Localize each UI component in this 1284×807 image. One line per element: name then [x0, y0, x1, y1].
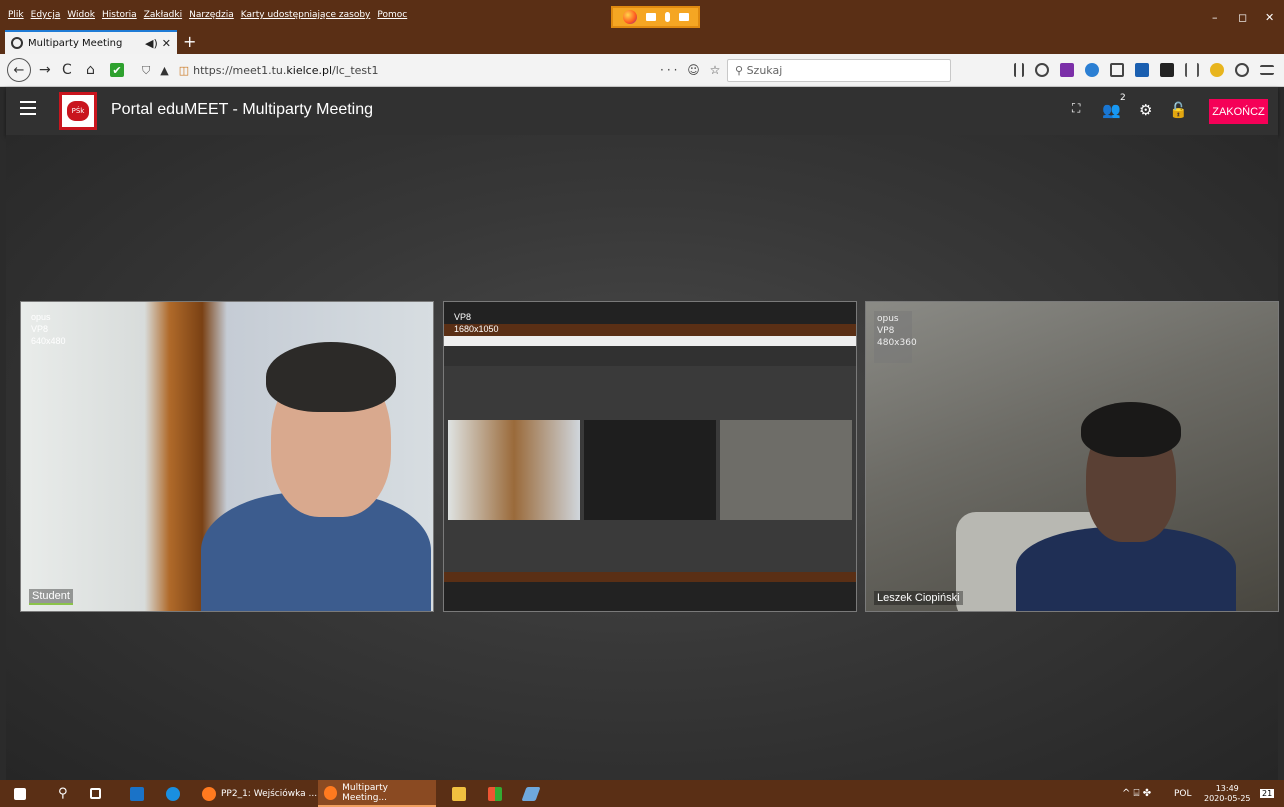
reload-button[interactable]: C — [62, 62, 72, 78]
close-window-button[interactable]: ✕ — [1265, 11, 1274, 24]
search-input[interactable]: ⚲ Szukaj — [727, 59, 951, 82]
firefox-icon — [202, 786, 216, 801]
firefox-icon — [622, 10, 637, 24]
url-text: https://meet1.tu.kielce.pl/lc_test1 — [193, 64, 379, 77]
extension-icon[interactable] — [1085, 63, 1099, 77]
hamburger-menu-icon[interactable] — [20, 101, 36, 115]
pen-app-icon[interactable] — [518, 780, 544, 807]
bars-icon[interactable] — [1185, 63, 1199, 77]
screen-share-icon — [678, 13, 689, 21]
new-tab-button[interactable]: + — [183, 32, 196, 51]
edge-icon[interactable] — [160, 780, 186, 807]
menu-historia[interactable]: Historia — [102, 10, 137, 20]
participants-icon[interactable]: 👥 — [1102, 101, 1121, 119]
outlook-icon[interactable] — [124, 780, 150, 807]
lock-room-icon[interactable]: 🔓 — [1169, 101, 1188, 119]
video-tile-student[interactable]: opus VP8 640x480 Student — [20, 301, 434, 612]
taskbar-item-pp2[interactable]: PP2_1: Wejściówka ... — [196, 780, 323, 807]
video-stats: opus VP8 640x480 — [31, 312, 66, 346]
fullscreen-icon[interactable]: ⛶ — [1072, 101, 1080, 116]
history-icon[interactable] — [1035, 63, 1049, 77]
search-taskbar-icon[interactable]: ⚲ — [52, 780, 74, 807]
toolbar-extensions — [1014, 63, 1274, 77]
menu-icon[interactable] — [1260, 65, 1274, 75]
participant-name[interactable]: Student — [29, 589, 73, 605]
file-explorer-icon[interactable] — [446, 780, 472, 807]
page-title: Portal eduMEET - Multiparty Meeting — [111, 101, 374, 118]
library-icon[interactable] — [1014, 63, 1024, 77]
tray-icons[interactable]: ^ ⌸ ✤ — [1116, 780, 1157, 807]
participants-count: 2 — [1120, 93, 1126, 103]
video-stats: opus VP8 480x360 — [874, 311, 917, 363]
back-button[interactable]: ← — [7, 58, 31, 82]
shared-screen — [444, 324, 856, 582]
windows-icon — [14, 787, 26, 800]
camera-icon — [645, 13, 656, 21]
tab-audio-icon[interactable]: ◀) — [145, 37, 158, 50]
home-button[interactable]: ⌂ — [86, 62, 95, 78]
microphone-icon — [664, 12, 670, 22]
permissions-icon[interactable]: ◫ — [179, 64, 189, 77]
reader-icon[interactable] — [1110, 63, 1124, 77]
windows-taskbar: ⚲ PP2_1: Wejściówka ... Multiparty Meeti… — [0, 780, 1284, 807]
lock-icon[interactable]: ▲ — [160, 64, 168, 77]
task-view-icon[interactable] — [84, 780, 107, 807]
notifications-icon[interactable]: 21 — [1254, 780, 1280, 807]
menu-edycja[interactable]: Edycja — [31, 10, 61, 20]
taskbar-item-multiparty[interactable]: Multiparty Meeting... — [318, 780, 436, 807]
tracking-shield-icon[interactable]: ⛉ — [142, 64, 150, 78]
address-bar[interactable]: ⛉ ▲ ◫ https://meet1.tu.kielce.pl/lc_test… — [136, 59, 721, 82]
tab-multiparty-meeting[interactable]: Multiparty Meeting ◀) ✕ — [5, 30, 177, 54]
page-actions-icon[interactable]: ··· ☺ ☆ — [660, 63, 723, 77]
menu-plik[interactable]: Plik — [8, 10, 24, 20]
tab-favicon-icon — [11, 37, 23, 49]
language-indicator[interactable]: POL — [1168, 780, 1198, 807]
settings-gear-icon[interactable]: ⚙ — [1139, 101, 1152, 119]
grid-icon[interactable] — [1160, 63, 1174, 77]
start-button[interactable] — [8, 780, 32, 807]
onenote-icon[interactable] — [1060, 63, 1074, 77]
leave-button[interactable]: ZAKOŃCZ — [1209, 99, 1268, 124]
extension-check-icon[interactable]: ✔ — [110, 63, 124, 77]
minimize-button[interactable]: – — [1212, 11, 1218, 24]
video-stats: VP8 1680x1050 — [454, 312, 499, 334]
tab-title: Multiparty Meeting — [28, 37, 123, 49]
participant-name[interactable]: Leszek Ciopiński — [874, 591, 963, 605]
search-ext-icon[interactable] — [1210, 63, 1224, 77]
browser-menubar: Plik Edycja Widok Historia Zakładki Narz… — [0, 0, 1284, 28]
skype-icon[interactable] — [1135, 63, 1149, 77]
forward-button[interactable]: → — [39, 62, 51, 78]
menu-zakladki[interactable]: Zakładki — [144, 10, 182, 20]
menu-pomoc[interactable]: Pomoc — [377, 10, 407, 20]
tab-close-button[interactable]: ✕ — [162, 37, 171, 50]
sharing-indicator[interactable] — [611, 6, 700, 28]
app-bar: PŚk Portal eduMEET - Multiparty Meeting … — [6, 87, 1278, 135]
logo: PŚk — [59, 92, 97, 130]
restore-button[interactable]: ◻ — [1238, 11, 1247, 24]
menu-narzedzia[interactable]: Narzędzia — [189, 10, 234, 20]
video-tile-leszek[interactable]: opus VP8 480x360 Leszek Ciopiński — [865, 301, 1279, 612]
navigation-toolbar: ← → C ⌂ ✔ ⛉ ▲ ◫ https://meet1.tu.kielce.… — [0, 54, 1284, 87]
app-tiles-icon[interactable] — [482, 780, 508, 807]
account-icon[interactable] — [1235, 63, 1249, 77]
clock[interactable]: 13:49 2020-05-25 — [1198, 780, 1257, 807]
menu-karty[interactable]: Karty udostępniające zasoby — [241, 10, 371, 20]
firefox-icon — [324, 785, 338, 800]
menu-widok[interactable]: Widok — [67, 10, 95, 20]
video-tile-screenshare[interactable]: VP8 1680x1050 — [443, 301, 857, 612]
